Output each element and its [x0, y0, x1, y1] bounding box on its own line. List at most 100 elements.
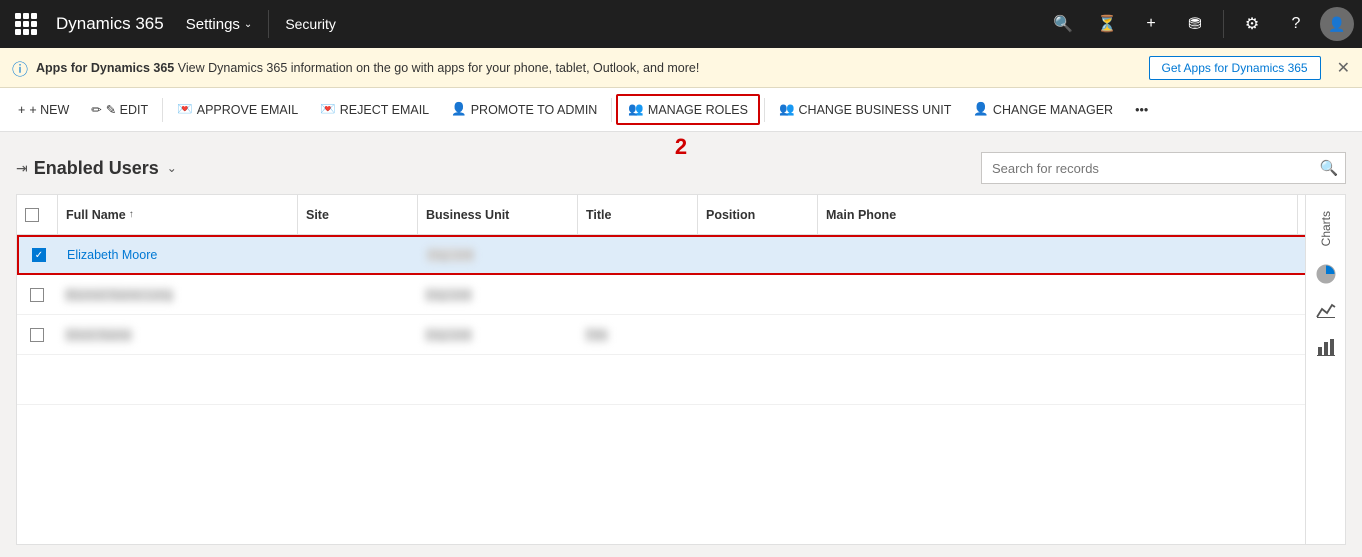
- th-site: Site: [297, 195, 417, 234]
- td-fullname-2: Blurred Name Long: [57, 275, 297, 314]
- td-position-1: [699, 237, 819, 273]
- td-checkbox-2[interactable]: [17, 275, 57, 314]
- approve-email-icon: 💌: [177, 102, 193, 117]
- table-row[interactable]: Blurred Name Long Org Unit: [17, 275, 1345, 315]
- charts-label[interactable]: Charts: [1319, 203, 1333, 254]
- th-title-label: Title: [586, 208, 611, 222]
- main-area: ⇥ Enabled Users ⌄ 🔍 Full Name ↑ Site Bus…: [0, 132, 1362, 557]
- th-fullname-label: Full Name: [66, 208, 126, 222]
- view-title-wrap: ⇥ Enabled Users ⌄: [16, 158, 177, 179]
- promote-label: PROMOTE TO ADMIN: [471, 103, 598, 117]
- waffle-icon: [15, 13, 37, 35]
- td-title-3: Title: [577, 315, 697, 354]
- line-chart-icon: [1315, 299, 1337, 321]
- td-phone-2: [817, 275, 1345, 314]
- approve-email-button[interactable]: 💌 APPROVE EMAIL: [167, 96, 308, 123]
- row2-name: Blurred Name Long: [65, 288, 173, 302]
- app-title: Dynamics 365: [48, 14, 172, 34]
- td-checkbox-1[interactable]: ✓: [19, 237, 59, 273]
- user-avatar[interactable]: 👤: [1320, 7, 1354, 41]
- td-position-3: [697, 315, 817, 354]
- row3-checkbox[interactable]: [30, 328, 44, 342]
- td-site-3: [297, 315, 417, 354]
- topbar: Dynamics 365 Settings ⌄ Security 🔍 ⏳ + ⛃…: [0, 0, 1362, 48]
- th-fullname-sort-icon: ↑: [129, 209, 134, 220]
- pie-chart-button[interactable]: [1310, 258, 1342, 290]
- security-label: Security: [273, 16, 348, 32]
- change-manager-button[interactable]: 👤 CHANGE MANAGER: [963, 96, 1123, 123]
- topbar-divider: [268, 10, 269, 38]
- manage-roles-label: MANAGE ROLES: [648, 103, 748, 117]
- row3-name: Short Name: [65, 328, 132, 342]
- td-bu-3: Org Unit: [417, 315, 577, 354]
- td-site-2: [297, 275, 417, 314]
- search-input[interactable]: [982, 161, 1313, 176]
- search-wrap: 🔍: [981, 152, 1346, 184]
- cmd-separator-2: [611, 98, 612, 122]
- view-arrow-icon: ⇥: [16, 160, 28, 177]
- more-icon: •••: [1135, 103, 1148, 117]
- header-checkbox[interactable]: [25, 208, 39, 222]
- th-fullname: Full Name ↑: [57, 195, 297, 234]
- th-businessunit-label: Business Unit: [426, 208, 509, 222]
- th-title: Title: [577, 195, 697, 234]
- add-button[interactable]: +: [1131, 4, 1171, 44]
- td-bu-2: Org Unit: [417, 275, 577, 314]
- edit-icon: ✏: [91, 102, 101, 117]
- line-chart-button[interactable]: [1310, 294, 1342, 326]
- waffle-menu-button[interactable]: [8, 6, 44, 42]
- get-apps-button[interactable]: Get Apps for Dynamics 365: [1149, 56, 1321, 80]
- table-row[interactable]: Short Name Org Unit Title: [17, 315, 1345, 355]
- help-button[interactable]: ?: [1276, 4, 1316, 44]
- cmd-separator-1: [162, 98, 163, 122]
- history-button[interactable]: ⏳: [1087, 4, 1127, 44]
- row1-bu: Org Unit: [427, 248, 474, 262]
- th-mainphone: Main Phone: [817, 195, 1297, 234]
- new-button[interactable]: + + NEW: [8, 97, 79, 123]
- td-title-1: [579, 237, 699, 273]
- search-button[interactable]: 🔍: [1313, 152, 1345, 184]
- view-dropdown-icon[interactable]: ⌄: [167, 161, 177, 175]
- change-manager-label: CHANGE MANAGER: [993, 103, 1113, 117]
- td-checkbox-3[interactable]: [17, 315, 57, 354]
- new-icon: +: [18, 103, 25, 117]
- td-position-2: [697, 275, 817, 314]
- settings-gear-button[interactable]: ⚙: [1232, 4, 1272, 44]
- reject-email-label: REJECT EMAIL: [340, 103, 429, 117]
- more-button[interactable]: •••: [1125, 97, 1158, 123]
- topbar-divider-2: [1223, 10, 1224, 38]
- change-bu-button[interactable]: 👥 CHANGE BUSINESS UNIT: [769, 96, 961, 123]
- settings-menu[interactable]: Settings ⌄: [174, 16, 265, 33]
- td-title-2: [577, 275, 697, 314]
- td-phone-3: [817, 315, 1345, 354]
- settings-chevron-icon: ⌄: [244, 19, 252, 30]
- charts-panel: Charts: [1305, 195, 1345, 544]
- th-businessunit: Business Unit: [417, 195, 577, 234]
- edit-button[interactable]: ✏ ✎ EDIT: [81, 96, 158, 123]
- promote-admin-button[interactable]: 👤 PROMOTE TO ADMIN: [441, 96, 607, 123]
- td-bu-1: Org Unit: [419, 237, 579, 273]
- table-wrap: Full Name ↑ Site Business Unit Title Pos…: [16, 194, 1346, 545]
- bar-chart-icon: [1315, 335, 1337, 357]
- row1-checkbox[interactable]: ✓: [32, 248, 46, 262]
- change-bu-label: CHANGE BUSINESS UNIT: [799, 103, 952, 117]
- pie-chart-icon: [1315, 263, 1337, 285]
- td-phone-1: [819, 237, 1343, 273]
- th-position: Position: [697, 195, 817, 234]
- table-row: [17, 355, 1345, 405]
- row2-checkbox[interactable]: [30, 288, 44, 302]
- td-fullname-3: Short Name: [57, 315, 297, 354]
- bar-chart-button[interactable]: [1310, 330, 1342, 362]
- row1-container: ✓ Elizabeth Moore Org Unit 1: [17, 235, 1345, 275]
- filter-button[interactable]: ⛃: [1175, 4, 1215, 44]
- th-mainphone-label: Main Phone: [826, 208, 896, 222]
- table-row[interactable]: ✓ Elizabeth Moore Org Unit: [17, 235, 1345, 275]
- search-button[interactable]: 🔍: [1043, 4, 1083, 44]
- info-banner-text: Apps for Dynamics 365 View Dynamics 365 …: [36, 61, 1141, 75]
- row2-bu: Org Unit: [425, 288, 472, 302]
- close-banner-button[interactable]: ✕: [1337, 58, 1350, 78]
- reject-email-button[interactable]: 💌 REJECT EMAIL: [310, 96, 439, 123]
- commandbar: + + NEW ✏ ✎ EDIT 💌 APPROVE EMAIL 💌 REJEC…: [0, 88, 1362, 132]
- manage-roles-button[interactable]: 👥 MANAGE ROLES: [616, 94, 760, 125]
- row1-name-link[interactable]: Elizabeth Moore: [67, 248, 157, 262]
